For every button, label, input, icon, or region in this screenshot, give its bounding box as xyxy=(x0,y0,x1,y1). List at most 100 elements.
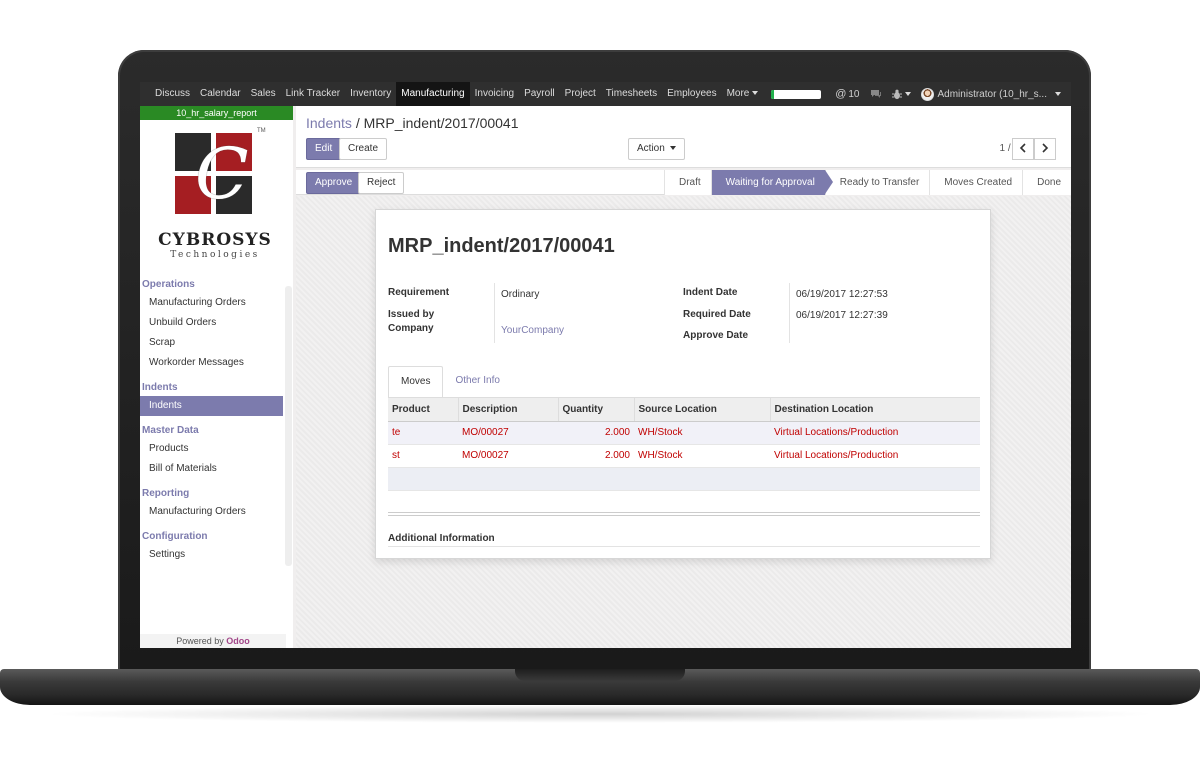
table-row-empty[interactable] xyxy=(388,467,980,491)
table-cell-source-location: WH/Stock xyxy=(634,421,770,445)
required-date-value: 06/19/2017 12:27:39 xyxy=(796,310,888,321)
user-name: Administrator (10_hr_s... xyxy=(937,88,1048,100)
sidebar-scrollbar[interactable] xyxy=(285,286,292,566)
status-step-done[interactable]: Done xyxy=(1022,170,1071,195)
section-separator xyxy=(388,515,980,516)
control-panel: Indents / MRP_indent/2017/00041 Edit Cre… xyxy=(296,106,1071,168)
logo-brand-text: CYBROSYS xyxy=(158,230,272,250)
table-row[interactable]: te MO/00027 2.000 WH/Stock Virtual Locations… xyxy=(388,421,980,445)
menu-label: Calendar xyxy=(200,88,241,99)
systray: @ 10 Administrator (10_hr_s... xyxy=(771,82,1071,106)
sidebar-item-manufacturing-orders[interactable]: Manufacturing Orders xyxy=(140,293,293,313)
menu-inventory[interactable]: Inventory xyxy=(345,82,396,106)
company-logo: C TM CYBROSYS Technologies xyxy=(140,120,293,270)
mentions-indicator[interactable]: @ 10 xyxy=(835,88,859,100)
action-label: Action xyxy=(637,143,665,154)
tab-moves[interactable]: Moves xyxy=(388,366,444,398)
pager-next-button[interactable] xyxy=(1034,138,1056,160)
menu-calendar[interactable]: Calendar xyxy=(195,82,246,106)
table-cell-product: st xyxy=(388,444,458,468)
reject-button[interactable]: Reject xyxy=(358,172,405,194)
status-steps: Draft Waiting for Approval Ready to Transf… xyxy=(664,170,1071,195)
main-content: Indents / MRP_indent/2017/00041 Edit Cre… xyxy=(296,106,1071,648)
menu-label: More xyxy=(726,88,750,99)
table-row[interactable]: st MO/00027 2.000 WH/Stock Virtual Locations… xyxy=(388,444,980,468)
caret-down-icon xyxy=(904,92,911,96)
menu-sales[interactable]: Sales xyxy=(246,82,281,106)
column-header-destination-location[interactable]: Destination Location xyxy=(770,398,980,422)
create-button[interactable]: Create xyxy=(339,138,388,160)
issued-by-company-link[interactable]: YourCompany xyxy=(501,325,564,336)
menu-label: Inventory xyxy=(350,88,392,99)
edit-button[interactable]: Edit xyxy=(306,138,342,160)
sidebar-item-indents[interactable]: Indents xyxy=(140,396,283,416)
menu-label: Sales xyxy=(250,88,276,99)
required-date-label: Required Date xyxy=(683,309,751,320)
section-separator xyxy=(388,512,980,513)
breadcrumb-current: MRP_indent/2017/00041 xyxy=(363,115,519,131)
menu-label: Discuss xyxy=(155,88,191,99)
bug-icon xyxy=(891,89,902,99)
powered-brand-link[interactable]: Odoo xyxy=(226,636,250,646)
logo-letter: C xyxy=(195,133,249,215)
form-sheet: MRP_indent/2017/00041 Requirement Ordina… xyxy=(375,209,991,559)
approve-button[interactable]: Approve xyxy=(306,172,362,194)
menu-timesheets[interactable]: Timesheets xyxy=(601,82,662,106)
left-sidebar: 10_hr_salary_report C TM CYBROSYS Techno… xyxy=(140,106,293,648)
field-divider xyxy=(494,283,495,343)
record-title: MRP_indent/2017/00041 xyxy=(388,235,615,257)
sidebar-item-scrap[interactable]: Scrap xyxy=(140,333,293,353)
table-cell-source-location: WH/Stock xyxy=(634,444,770,468)
chat-button[interactable] xyxy=(870,89,882,99)
column-header-description[interactable]: Description xyxy=(458,398,559,422)
sidebar-item-workorder-messages[interactable]: Workorder Messages xyxy=(140,353,293,373)
menu-link-tracker[interactable]: Link Tracker xyxy=(281,82,345,106)
menu-label: Invoicing xyxy=(474,88,515,99)
loading-progress-bar xyxy=(771,89,822,99)
status-step-moves-created[interactable]: Moves Created xyxy=(929,170,1023,195)
sidebar-item-settings[interactable]: Settings xyxy=(140,545,293,565)
table-cell-description: MO/00027 xyxy=(458,444,558,468)
sidebar-item-manufacturing-orders[interactable]: Manufacturing Orders xyxy=(140,502,293,522)
section-separator xyxy=(388,546,980,547)
caret-down-icon xyxy=(1055,92,1061,96)
menu-employees[interactable]: Employees xyxy=(662,82,721,106)
laptop-shadow xyxy=(40,705,1160,723)
powered-by: Powered by Odoo xyxy=(140,634,286,648)
status-step-draft[interactable]: Draft xyxy=(664,170,711,195)
logo-sub-text: Technologies xyxy=(170,250,260,260)
approve-date-label: Approve Date xyxy=(683,330,749,341)
menu-payroll[interactable]: Payroll xyxy=(519,82,560,106)
sidebar-item-products[interactable]: Products xyxy=(140,439,293,459)
menu-label: Payroll xyxy=(524,88,555,99)
action-dropdown[interactable]: Action xyxy=(628,138,685,160)
mentions-count: 10 xyxy=(848,88,860,100)
column-header-source-location[interactable]: Source Location xyxy=(634,398,771,422)
menu-label: Employees xyxy=(667,88,717,99)
caret-down-icon xyxy=(669,146,676,151)
menu-label: Timesheets xyxy=(605,88,658,99)
issued-by-company-label: Issued by Company xyxy=(388,309,435,334)
chevron-right-icon xyxy=(1042,143,1049,153)
pager-previous-button[interactable] xyxy=(1012,138,1034,160)
sidebar-item-unbuild-orders[interactable]: Unbuild Orders xyxy=(140,313,293,333)
menu-discuss[interactable]: Discuss xyxy=(150,82,195,106)
status-step-ready-to-transfer[interactable]: Ready to Transfer xyxy=(824,170,930,195)
debug-menu-button[interactable] xyxy=(891,89,911,100)
column-header-product[interactable]: Product xyxy=(388,398,459,422)
menu-more[interactable]: More xyxy=(722,82,764,106)
user-menu[interactable]: Administrator (10_hr_s... xyxy=(920,87,1061,101)
sidebar-item-bill-of-materials[interactable]: Bill of Materials xyxy=(140,459,293,479)
menu-project[interactable]: Project xyxy=(560,82,601,106)
breadcrumb-parent-link[interactable]: Indents xyxy=(306,115,352,131)
menu-manufacturing[interactable]: Manufacturing xyxy=(396,82,470,106)
sidebar-section-reporting: Reporting xyxy=(142,488,190,499)
app-screen: Discuss Calendar Sales Link Tracker Inventor… xyxy=(140,82,1071,648)
tab-other-info[interactable]: Other Info xyxy=(443,366,511,398)
at-icon: @ xyxy=(835,88,847,100)
column-header-quantity[interactable]: Quantity xyxy=(558,398,635,422)
status-step-waiting-for-approval[interactable]: Waiting for Approval xyxy=(710,170,833,195)
avatar xyxy=(920,87,934,101)
database-selector[interactable]: 10_hr_salary_report xyxy=(140,106,293,120)
menu-invoicing[interactable]: Invoicing xyxy=(470,82,519,106)
